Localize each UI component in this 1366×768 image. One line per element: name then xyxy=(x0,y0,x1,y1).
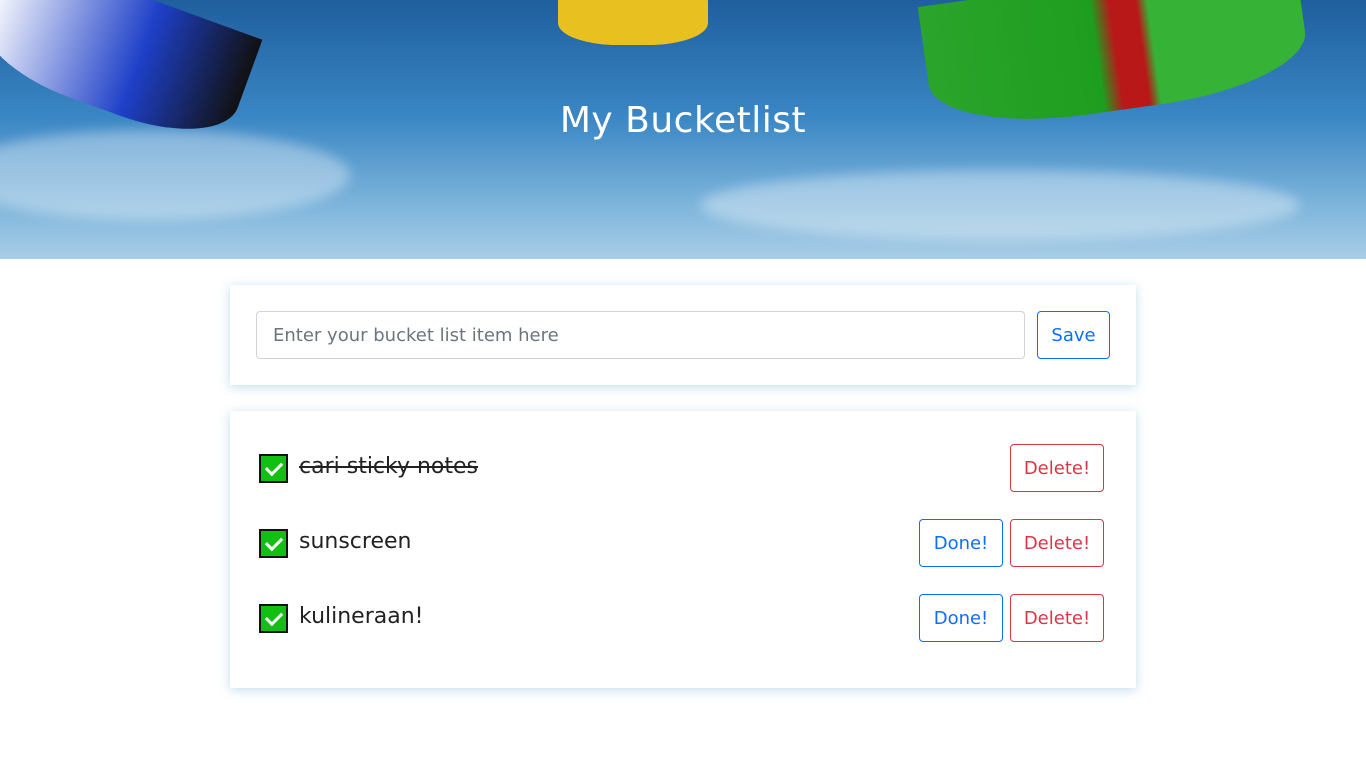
cloud xyxy=(700,170,1300,240)
done-button[interactable]: Done! xyxy=(919,594,1003,642)
item-text: cari sticky notes xyxy=(299,454,479,479)
checkbox-checked-icon[interactable] xyxy=(259,604,288,633)
checkbox-checked-icon[interactable] xyxy=(259,454,288,483)
bucket-item-input[interactable] xyxy=(256,311,1025,359)
checkbox-checked-icon[interactable] xyxy=(259,529,288,558)
item-text: kulineraan! xyxy=(299,604,424,629)
item-text: sunscreen xyxy=(299,529,412,554)
list-item: kulineraan! Done! Delete! xyxy=(230,594,1136,642)
page-title: My Bucketlist xyxy=(559,100,807,141)
delete-button[interactable]: Delete! xyxy=(1010,519,1104,567)
cloud xyxy=(0,130,350,220)
list-item: sunscreen Done! Delete! xyxy=(230,519,1136,567)
done-button[interactable]: Done! xyxy=(919,519,1003,567)
add-item-form: Save xyxy=(230,285,1136,385)
parachute-image xyxy=(558,0,708,45)
delete-button[interactable]: Delete! xyxy=(1010,594,1104,642)
save-button[interactable]: Save xyxy=(1037,311,1110,359)
delete-button[interactable]: Delete! xyxy=(1010,444,1104,492)
hero-banner: My Bucketlist xyxy=(0,0,1366,259)
list-item: cari sticky notes Delete! xyxy=(230,444,1136,492)
bucket-list: cari sticky notes Delete! sunscreen Done… xyxy=(230,411,1136,688)
